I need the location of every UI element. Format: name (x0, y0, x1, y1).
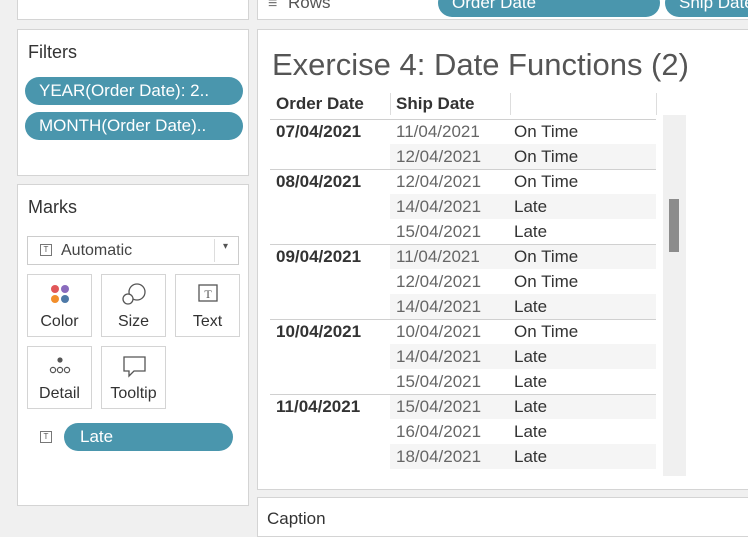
text-pill-late[interactable]: Late (64, 423, 233, 451)
cell-ship-date: 11/04/2021 (396, 247, 480, 266)
detail-label: Detail (39, 385, 80, 402)
cell-status: Late (514, 447, 548, 466)
cell-status: Late (514, 397, 548, 416)
cell-order-date: 08/04/2021 (276, 172, 362, 191)
filter-pill-month[interactable]: MONTH(Order Date).. (25, 112, 243, 140)
cell-ship-date: 15/04/2021 (396, 397, 482, 416)
table-row[interactable]: 18/04/2021 Late (258, 444, 658, 469)
rows-pill-order-date[interactable]: Order Date (438, 0, 660, 17)
text-mark-icon: T (40, 244, 52, 256)
caption-title: Caption (267, 509, 326, 528)
pages-card (17, 0, 249, 20)
marks-title: Marks (28, 197, 77, 217)
mark-type-select[interactable]: T Automatic ▾ (27, 236, 239, 265)
mark-type-label: Automatic (61, 242, 133, 259)
header-order-date[interactable]: Order Date (276, 94, 364, 114)
header-divider-2 (510, 93, 511, 115)
color-button[interactable]: Color (27, 274, 92, 337)
text-encoding-icon: T (40, 431, 52, 443)
cell-status: Late (514, 297, 548, 316)
dropdown-divider (214, 239, 215, 262)
size-button[interactable]: Size (101, 274, 166, 337)
size-label: Size (117, 313, 150, 330)
view-title: Exercise 4: Date Functions (2) (272, 47, 689, 82)
tooltip-label: Tooltip (110, 385, 157, 402)
cell-ship-date: 12/04/2021 (396, 147, 482, 166)
cell-status: On Time (514, 172, 579, 191)
cell-order-date: 11/04/2021 (276, 397, 361, 416)
cell-ship-date: 10/04/2021 (396, 322, 482, 341)
rows-shelf-icon: ≡ (268, 0, 278, 12)
table-row[interactable]: 08/04/2021 12/04/2021 On Time (258, 169, 658, 194)
text-label: Text (192, 313, 223, 330)
cell-ship-date: 14/04/2021 (396, 297, 482, 316)
cell-status: Late (514, 222, 548, 241)
table-row[interactable]: 14/04/2021 Late (258, 294, 658, 319)
cell-ship-date: 12/04/2021 (396, 172, 482, 191)
table-row[interactable]: 12/04/2021 On Time (258, 144, 658, 169)
table-row[interactable]: 11/04/2021 15/04/2021 Late (258, 394, 658, 419)
cell-ship-date: 15/04/2021 (396, 222, 482, 241)
cell-order-date: 07/04/2021 (276, 122, 362, 141)
cell-status: Late (514, 372, 548, 391)
color-label: Color (40, 313, 79, 330)
filter-pill-year[interactable]: YEAR(Order Date): 2.. (25, 77, 243, 105)
detail-button[interactable]: Detail (27, 346, 92, 409)
cell-status: On Time (514, 147, 579, 166)
cell-status: On Time (514, 272, 579, 291)
filters-title: Filters (28, 42, 77, 62)
size-icon (122, 283, 146, 305)
cell-status: On Time (514, 247, 579, 266)
cell-status: On Time (514, 122, 579, 141)
table-row[interactable]: 15/04/2021 Late (258, 369, 658, 394)
table-row[interactable]: 12/04/2021 On Time (258, 269, 658, 294)
table-body: 07/04/2021 11/04/2021 On Time 12/04/2021 On … (258, 119, 658, 472)
chevron-down-icon: ▾ (223, 241, 229, 252)
cell-status: On Time (514, 322, 579, 341)
vertical-scrollbar[interactable] (663, 115, 686, 476)
scrollbar-thumb[interactable] (669, 199, 679, 252)
cell-status: Late (514, 347, 548, 366)
header-ship-date[interactable]: Ship Date (396, 94, 474, 114)
table-row[interactable]: 09/04/2021 11/04/2021 On Time (258, 244, 658, 269)
header-divider-1 (390, 93, 391, 115)
rows-shelf: ≡ Rows Order Date Ship Date (257, 0, 748, 20)
detail-icon (49, 357, 71, 374)
cell-ship-date: 14/04/2021 (396, 347, 482, 366)
text-button[interactable]: T Text (175, 274, 240, 337)
table-row[interactable]: 16/04/2021 Late (258, 419, 658, 444)
color-icon (51, 285, 69, 303)
cell-ship-date: 15/04/2021 (396, 372, 482, 391)
table-header: Order Date Ship Date (258, 91, 678, 117)
table-row[interactable]: 07/04/2021 11/04/2021 On Time (258, 119, 658, 144)
table-row[interactable]: 14/04/2021 Late (258, 344, 658, 369)
cell-ship-date: 12/04/2021 (396, 272, 482, 291)
cell-order-date: 09/04/2021 (276, 247, 362, 266)
filters-card: Filters YEAR(Order Date): 2.. MONTH(Orde… (17, 29, 249, 176)
rows-shelf-label: Rows (288, 0, 331, 12)
tooltip-button[interactable]: Tooltip (101, 346, 166, 409)
header-divider-3 (656, 93, 657, 115)
cell-ship-date: 14/04/2021 (396, 197, 482, 216)
table-row[interactable]: 10/04/2021 10/04/2021 On Time (258, 319, 658, 344)
cell-ship-date: 16/04/2021 (396, 422, 482, 441)
cell-status: Late (514, 197, 548, 216)
text-icon: T (198, 284, 218, 302)
svg-text:T: T (204, 287, 212, 301)
marks-card: Marks T Automatic ▾ Color Size T Text De… (17, 184, 249, 506)
table-rows: 07/04/2021 11/04/2021 On Time 12/04/2021 On … (258, 119, 658, 472)
table-row[interactable]: 15/04/2021 Late (258, 219, 658, 244)
cell-ship-date: 11/04/2021 (396, 122, 480, 141)
cell-status: Late (514, 422, 548, 441)
rows-pill-ship-date[interactable]: Ship Date (665, 0, 748, 17)
table-row[interactable]: 14/04/2021 Late (258, 194, 658, 219)
tooltip-icon (123, 356, 146, 378)
view-card: Exercise 4: Date Functions (2) Order Dat… (257, 29, 748, 490)
cell-ship-date: 18/04/2021 (396, 447, 482, 466)
caption-card: Caption (257, 497, 748, 537)
cell-order-date: 10/04/2021 (276, 322, 362, 341)
